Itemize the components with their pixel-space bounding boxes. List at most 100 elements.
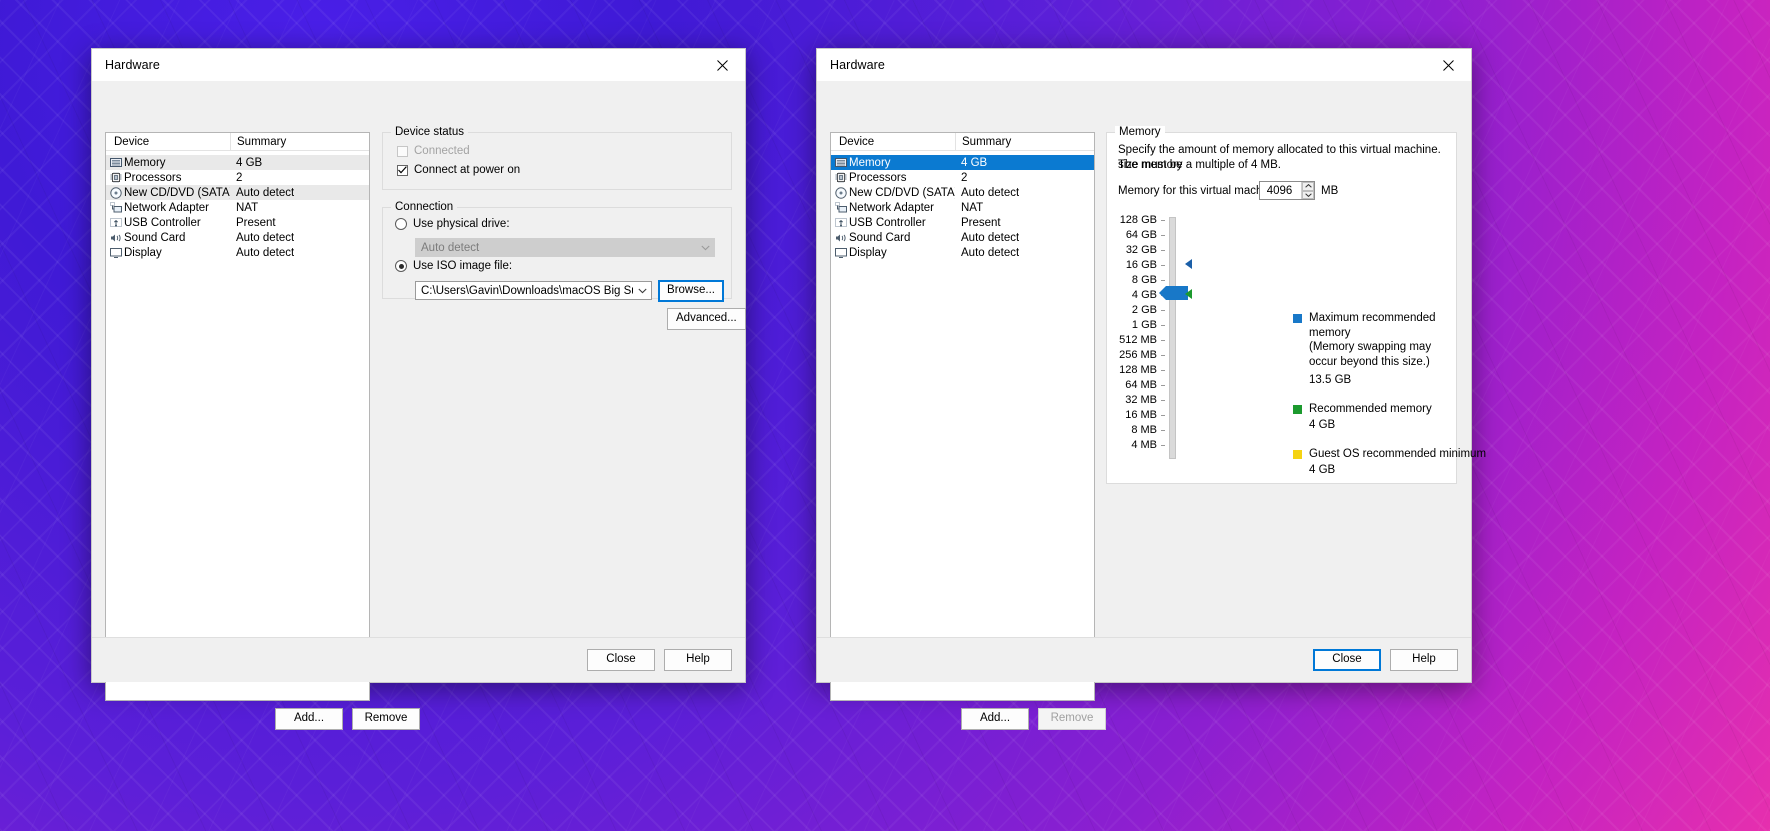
hardware-dialog-memory: Hardware Device Summary Memory 4 GB Proc… — [816, 48, 1486, 730]
memory-legend-list: Maximum recommended memory (Memory swapp… — [1293, 311, 1486, 478]
device-list-table[interactable]: Device Summary Memory 4 GB Processors 2 … — [105, 132, 370, 701]
checkbox-connect-at-power-on[interactable] — [397, 164, 408, 176]
table-row[interactable]: USB Controller Present — [106, 215, 369, 230]
cpu-icon — [109, 172, 122, 184]
monitor-icon — [109, 247, 122, 259]
legend-title: Maximum recommended memory — [1309, 312, 1436, 339]
add-device-button[interactable]: Add... — [961, 708, 1029, 730]
checkbox-connected[interactable] — [397, 145, 408, 157]
table-row-selected[interactable]: Memory 4 GB — [831, 155, 1094, 170]
device-summary: Auto detect — [961, 231, 1020, 244]
device-summary: 4 GB — [236, 156, 263, 169]
iso-path-combo[interactable]: C:\Users\Gavin\Downloads\macOS Big Sur 1… — [415, 281, 652, 300]
device-name: New CD/DVD (SATA) — [124, 186, 230, 199]
scale-label: 64 GB — [1125, 229, 1157, 241]
use-iso-image-row[interactable]: Use ISO image file: — [395, 260, 512, 272]
connected-checkbox-row[interactable]: Connected — [397, 145, 470, 157]
table-row[interactable]: Display Auto detect — [106, 245, 369, 260]
dialog-footer: Close Help — [817, 638, 1471, 682]
window-title: Hardware — [830, 58, 885, 72]
network-adapter-icon — [109, 202, 122, 214]
browse-button[interactable]: Browse... — [658, 280, 724, 302]
legend-value: 13.5 GB — [1309, 374, 1352, 386]
device-name: Processors — [849, 171, 907, 184]
scale-label: 16 MB — [1125, 409, 1157, 421]
column-header-summary: Summary — [955, 133, 1094, 150]
close-icon[interactable] — [700, 49, 745, 81]
device-summary: Auto detect — [236, 186, 295, 199]
table-row-selected[interactable]: New CD/DVD (SATA) Auto detect — [106, 185, 369, 200]
scale-tick — [1161, 430, 1165, 431]
device-summary: Auto detect — [236, 231, 295, 244]
maximum-recommended-marker — [1185, 259, 1192, 269]
table-row[interactable]: Network Adapter NAT — [831, 200, 1094, 215]
table-row[interactable]: Display Auto detect — [831, 245, 1094, 260]
recommended-marker — [1185, 289, 1192, 299]
physical-drive-value: Auto detect — [421, 241, 480, 254]
legend-title: Guest OS recommended minimum — [1309, 447, 1487, 460]
table-row[interactable]: Memory 4 GB — [106, 155, 369, 170]
device-summary: Present — [961, 216, 1001, 229]
chevron-down-icon[interactable] — [633, 282, 651, 299]
radio-use-physical-drive[interactable] — [395, 218, 407, 230]
device-summary: 2 — [236, 171, 243, 184]
device-name: Memory — [849, 156, 891, 169]
legend-item-maximum: Maximum recommended memory — [1293, 311, 1453, 340]
device-list-table[interactable]: Device Summary Memory 4 GB Processors 2 … — [830, 132, 1095, 701]
usb-icon — [109, 217, 122, 229]
slider-track[interactable] — [1169, 217, 1176, 459]
connect-at-power-on-row[interactable]: Connect at power on — [397, 164, 520, 176]
scale-tick — [1161, 340, 1165, 341]
scale-label: 4 GB — [1131, 289, 1157, 301]
table-row[interactable]: Network Adapter NAT — [106, 200, 369, 215]
close-button[interactable]: Close — [587, 649, 655, 671]
speaker-icon — [109, 232, 122, 244]
device-summary: 4 GB — [961, 156, 988, 169]
close-button[interactable]: Close — [1313, 649, 1381, 671]
dialog-body: Device Summary Memory 4 GB Processors 2 … — [92, 82, 746, 730]
disc-icon — [109, 186, 122, 199]
table-row[interactable]: New CD/DVD (SATA) Auto detect — [831, 185, 1094, 200]
device-name: Network Adapter — [849, 201, 935, 214]
remove-device-button: Remove — [1038, 708, 1106, 730]
iso-path-value: C:\Users\Gavin\Downloads\macOS Big Sur 1… — [421, 284, 633, 297]
connection-group: Connection Use physical drive: Auto dete… — [382, 201, 732, 302]
device-name: Sound Card — [849, 231, 911, 244]
device-summary: Auto detect — [236, 246, 295, 259]
help-button[interactable]: Help — [1390, 649, 1458, 671]
add-device-button[interactable]: Add... — [275, 708, 343, 730]
disc-icon — [834, 186, 847, 199]
table-row[interactable]: USB Controller Present — [831, 215, 1094, 230]
device-status-group: Device status Connected Connect at power… — [382, 126, 732, 190]
scale-tick — [1161, 310, 1165, 311]
scale-tick — [1161, 235, 1165, 236]
advanced-button[interactable]: Advanced... — [667, 308, 746, 330]
use-physical-drive-row[interactable]: Use physical drive: — [395, 218, 510, 230]
legend-item-guest-os: Guest OS recommended minimum — [1293, 447, 1486, 462]
connected-label: Connected — [414, 145, 470, 157]
device-name: USB Controller — [124, 216, 201, 229]
remove-device-button[interactable]: Remove — [352, 708, 420, 730]
help-button[interactable]: Help — [664, 649, 732, 671]
scale-tick — [1161, 265, 1165, 266]
legend-swatch-yellow — [1293, 449, 1302, 459]
legend-note-line1: (Memory swapping may — [1309, 341, 1432, 353]
device-name: Memory — [124, 156, 166, 169]
table-row[interactable]: Processors 2 — [106, 170, 369, 185]
legend-swatch-blue — [1293, 314, 1302, 323]
table-header: Device Summary — [831, 133, 1094, 151]
close-icon[interactable] — [1426, 49, 1471, 81]
table-row[interactable]: Processors 2 — [831, 170, 1094, 185]
device-summary: NAT — [236, 201, 259, 214]
device-summary: Auto detect — [961, 186, 1020, 199]
device-name: Sound Card — [124, 231, 186, 244]
device-name: Processors — [124, 171, 182, 184]
table-row[interactable]: Sound Card Auto detect — [831, 230, 1094, 245]
radio-use-iso-image-file[interactable] — [395, 260, 407, 272]
column-header-device: Device — [114, 135, 150, 148]
scale-label: 512 MB — [1119, 334, 1157, 346]
scale-label: 32 GB — [1125, 244, 1157, 256]
device-name: Network Adapter — [124, 201, 210, 214]
chevron-down-icon — [696, 239, 714, 256]
table-row[interactable]: Sound Card Auto detect — [106, 230, 369, 245]
